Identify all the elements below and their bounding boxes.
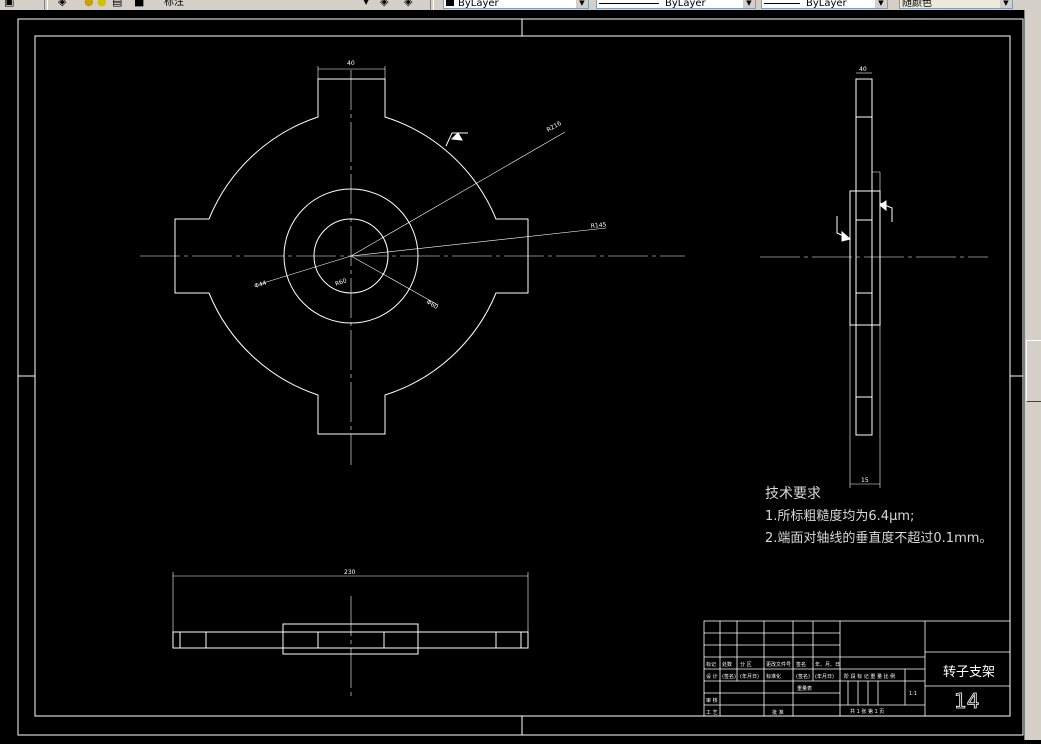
leader-r216	[350, 131, 566, 257]
toolbar-separator	[430, 0, 434, 10]
dim-side-bottom-text: 15	[861, 477, 869, 484]
drawing-number: 14	[954, 689, 979, 713]
color-combo[interactable]: ByLayer ▼	[443, 0, 589, 9]
hub-boss	[282, 623, 419, 655]
dim-side-top-text: 40	[859, 66, 867, 73]
lineweight-sample	[764, 2, 800, 4]
tb-sheet-text: 共 1 张 第 1 页	[850, 708, 884, 715]
front-view	[140, 66, 685, 465]
plotstyle-combo-arrow[interactable]: ▼	[1000, 0, 1012, 8]
dim-phi44-text: Φ44	[254, 280, 268, 290]
layer-lock-icon[interactable]: ▤	[112, 0, 122, 8]
sheet-inner-frame	[34, 35, 1011, 717]
tb-left-label-1: 审 核	[706, 697, 718, 704]
notes-line-2: 2.端面对轴线的垂直度不超过0.1mm。	[765, 530, 992, 546]
color-combo-arrow[interactable]: ▼	[576, 0, 588, 8]
tb-weight-label: 重量表	[797, 685, 812, 692]
lineweight-combo[interactable]: ByLayer ▼	[761, 0, 888, 9]
tb-row2-label-3: (年月日)	[740, 673, 759, 680]
side-hub	[849, 190, 881, 326]
layer-freeze-icon[interactable]: ●	[97, 0, 107, 8]
tb-row2-label-2: (签名)	[722, 673, 736, 680]
roughness-triangle-left	[841, 230, 852, 242]
side-leader	[872, 171, 881, 191]
tb-scale: 1:1	[909, 691, 917, 697]
tb-row-label-5: 签名	[796, 661, 806, 668]
lineweight-combo-arrow[interactable]: ▼	[875, 0, 887, 8]
layer-previous-icon[interactable]: ◈	[404, 0, 412, 8]
drawing-canvas[interactable]: 40 R216 R145 Φ44 Φ60 R60 40 15 230 技术要求 …	[0, 10, 1024, 740]
side-view	[760, 72, 988, 488]
bottom-view	[172, 572, 529, 700]
leader-r145	[350, 227, 607, 257]
plate-body	[172, 631, 529, 649]
layer-on-icon[interactable]: ●	[84, 0, 94, 8]
roughness-triangle-front	[450, 132, 463, 141]
linetype-combo-arrow[interactable]: ▼	[743, 0, 755, 8]
tb-stage-header: 阶 段 标 记 重 量 比 例	[844, 673, 895, 680]
vertical-scrollbar[interactable]	[1024, 10, 1041, 740]
layer-combo[interactable]: 标注	[148, 0, 376, 9]
layer-combo-value: 标注	[164, 0, 184, 8]
tb-row2-label-5: (签名)	[796, 673, 810, 680]
dim-top-width-text: 40	[347, 60, 355, 67]
layer-states-icon[interactable]: ◈	[58, 0, 66, 8]
tb-row-label-4: 更改文件号	[766, 661, 791, 668]
layer-manager-icon[interactable]: ▣	[4, 0, 14, 8]
tb-row2-label-6: (年月日)	[815, 673, 834, 680]
dim-r145-text: R145	[590, 221, 606, 230]
roughness-triangle-right	[879, 200, 887, 212]
tb-left-label-2: 工 艺	[706, 710, 718, 716]
notes-line-1: 1.所标粗糙度均为6.4μm;	[765, 508, 914, 524]
make-current-layer-icon[interactable]: ◈	[380, 0, 388, 8]
tb-approve-label: 批 准	[772, 709, 784, 716]
notes-title: 技术要求	[765, 486, 821, 502]
toolbar-separator	[44, 0, 48, 10]
dim-bottom-width-text: 230	[344, 569, 356, 576]
layer-color-icon[interactable]: ■	[134, 0, 144, 8]
tb-row2-label-1: 设 计	[706, 673, 718, 680]
linetype-sample	[599, 2, 659, 4]
tb-row-label-2: 处数	[722, 661, 732, 668]
scrollbar-thumb[interactable]	[1026, 340, 1041, 402]
layer-combo-arrow[interactable]: ▼	[363, 0, 369, 8]
dim-phi60-text: Φ60	[425, 299, 439, 311]
leader-phi60	[350, 255, 439, 306]
tb-row2-label-4: 标准化	[766, 673, 781, 680]
dim-r216-text: R216	[546, 120, 563, 134]
plotstyle-combo[interactable]: 随颜色 ▼	[899, 0, 1013, 9]
color-swatch	[446, 0, 454, 6]
plotstyle-combo-value: 随颜色	[902, 0, 932, 9]
lineweight-combo-value: ByLayer	[806, 0, 847, 9]
color-combo-value: ByLayer	[458, 0, 499, 9]
part-name: 转子支架	[943, 665, 995, 680]
linetype-combo-value: ByLayer	[665, 0, 706, 9]
drawing-svg: 40 R216 R145 Φ44 Φ60 R60 40 15 230 技术要求 …	[17, 18, 1024, 736]
tb-row-label-1: 标记	[706, 661, 716, 668]
tb-row-label-3: 分 区	[740, 661, 752, 668]
linetype-combo[interactable]: ByLayer ▼	[596, 0, 756, 9]
tb-row-label-6: 年、月、日	[815, 661, 840, 668]
dim-r60-text: R60	[334, 277, 348, 288]
